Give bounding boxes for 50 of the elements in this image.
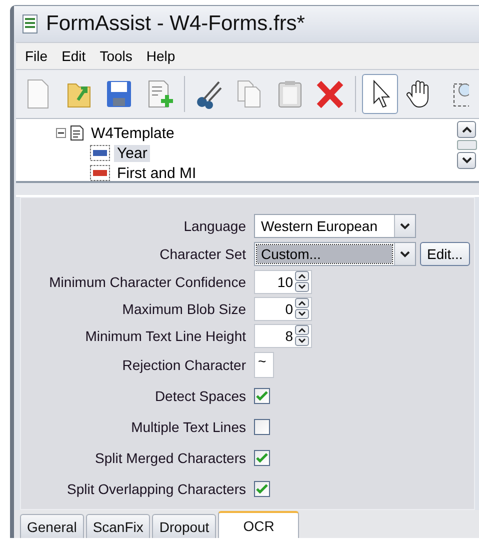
setting-label: Minimum Text Line Height (84, 328, 246, 344)
checkbox[interactable] (254, 418, 270, 434)
caret-icon[interactable] (400, 250, 410, 258)
window-title: FormAssist - W4-Forms.frs* (46, 12, 305, 36)
menu-item[interactable]: Edit (56, 46, 91, 66)
collapse-icon[interactable] (56, 128, 66, 138)
setting-label: Split Merged Characters (94, 450, 246, 466)
edit-button[interactable]: Edit... (420, 242, 470, 266)
number-spinner[interactable]: 10 (254, 270, 312, 294)
spin-down-icon[interactable] (295, 282, 309, 292)
tree-item[interactable]: W4Template (88, 124, 178, 142)
delete-icon (315, 78, 346, 110)
checkbox[interactable] (254, 480, 270, 496)
tab[interactable]: ScanFix (86, 514, 150, 538)
caret-icon[interactable] (400, 222, 410, 230)
tab[interactable]: General (20, 514, 84, 538)
number-spinner[interactable]: 0 (254, 296, 312, 320)
document-icon (70, 125, 84, 141)
scroll-thumb[interactable] (457, 140, 477, 150)
spin-up-icon[interactable] (295, 325, 309, 335)
setting-label: Detect Spaces (154, 388, 246, 404)
setting-label: Language (182, 218, 246, 234)
menu-item[interactable]: Tools (94, 46, 138, 66)
setting-label: Split Overlapping Characters (66, 480, 246, 496)
spin-down-icon[interactable] (295, 336, 309, 346)
setting-label: Minimum Character Confidence (48, 274, 246, 290)
tree-item[interactable]: Year (114, 144, 150, 162)
spin-up-icon[interactable] (295, 298, 309, 308)
tool-button[interactable] (362, 74, 398, 114)
checkbox[interactable] (254, 388, 270, 404)
setting-label: Character Set (158, 246, 246, 262)
tab[interactable]: OCR (218, 511, 300, 538)
setting-label: Multiple Text Lines (130, 418, 246, 434)
scroll-up-icon[interactable] (457, 121, 476, 138)
tree-item[interactable]: First and MI (114, 164, 200, 181)
scroll-down-icon[interactable] (457, 152, 476, 169)
dropdown[interactable]: Western European (254, 214, 416, 238)
app-icon (22, 14, 38, 34)
menu-item[interactable]: Help (141, 46, 180, 66)
setting-label: Rejection Character (121, 356, 246, 372)
spin-up-icon[interactable] (295, 271, 309, 281)
checkbox[interactable] (254, 450, 270, 466)
menu-item[interactable]: File (20, 46, 53, 66)
dropdown[interactable]: Custom... (254, 242, 416, 266)
number-spinner[interactable]: 8 (254, 324, 312, 348)
input-field[interactable]: ~ (254, 352, 274, 378)
setting-label: Maximum Blob Size (121, 300, 246, 316)
tab[interactable]: Dropout (152, 514, 216, 538)
text-field-icon (90, 145, 110, 161)
spin-down-icon[interactable] (295, 309, 309, 319)
